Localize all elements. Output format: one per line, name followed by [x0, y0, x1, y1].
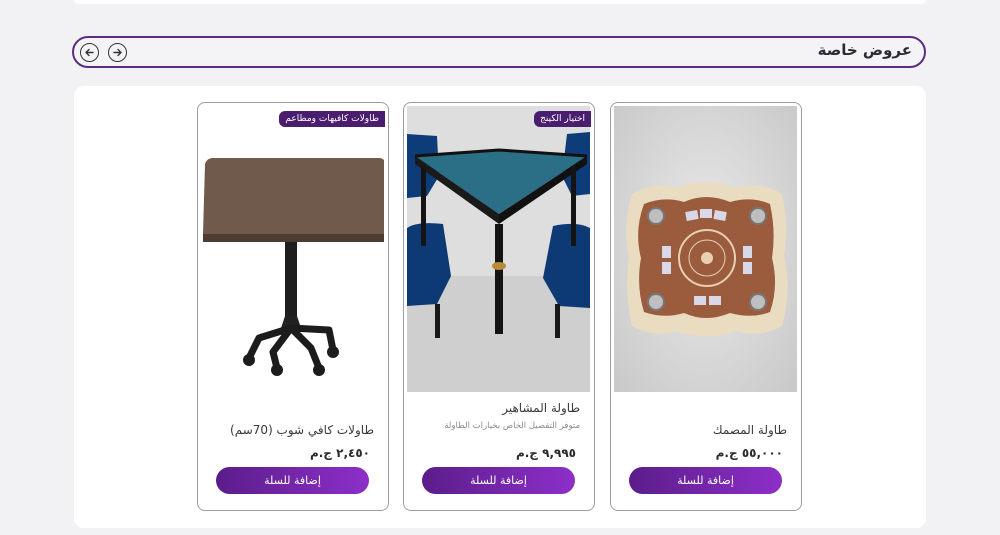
- product-image[interactable]: [614, 106, 797, 392]
- product-name[interactable]: طاولة المصمك: [713, 423, 787, 437]
- product-card-mashaheer[interactable]: اختيار الكينج طاولة المشاهير متوفر التفص…: [403, 102, 595, 511]
- product-description: متوفر التفصيل الخاص بخيارات الطاولة: [444, 421, 580, 431]
- product-price: ٢,٤٥٠ ج.م: [309, 446, 370, 460]
- product-image[interactable]: [407, 106, 590, 392]
- product-badge: طاولات كافيهات ومطاعم: [279, 111, 385, 127]
- add-to-cart-button[interactable]: إضافة للسلة: [422, 467, 575, 494]
- section-header: عروض خاصة: [72, 36, 926, 68]
- product-name[interactable]: طاولات كافي شوب (70سم): [230, 423, 374, 437]
- product-price: ٥٥,٠٠٠ ج.م: [715, 446, 783, 460]
- top-strip: [74, 0, 926, 4]
- product-card-cafe-table[interactable]: طاولات كافيهات ومطاعم طاولات كافي شوب (7…: [197, 102, 389, 511]
- product-name[interactable]: طاولة المشاهير: [502, 401, 580, 415]
- product-price: ٩,٩٩٥ ج.م: [515, 446, 576, 460]
- arrow-right-icon[interactable]: [108, 43, 127, 62]
- add-to-cart-button[interactable]: إضافة للسلة: [629, 467, 782, 494]
- product-card-masmak[interactable]: طاولة المصمك ٥٥,٠٠٠ ج.م إضافة للسلة: [610, 102, 802, 511]
- section-title: عروض خاصة: [817, 41, 912, 59]
- product-badge: اختيار الكينج: [534, 111, 591, 127]
- arrow-left-icon[interactable]: [80, 43, 99, 62]
- product-image[interactable]: [201, 106, 384, 392]
- add-to-cart-button[interactable]: إضافة للسلة: [216, 467, 369, 494]
